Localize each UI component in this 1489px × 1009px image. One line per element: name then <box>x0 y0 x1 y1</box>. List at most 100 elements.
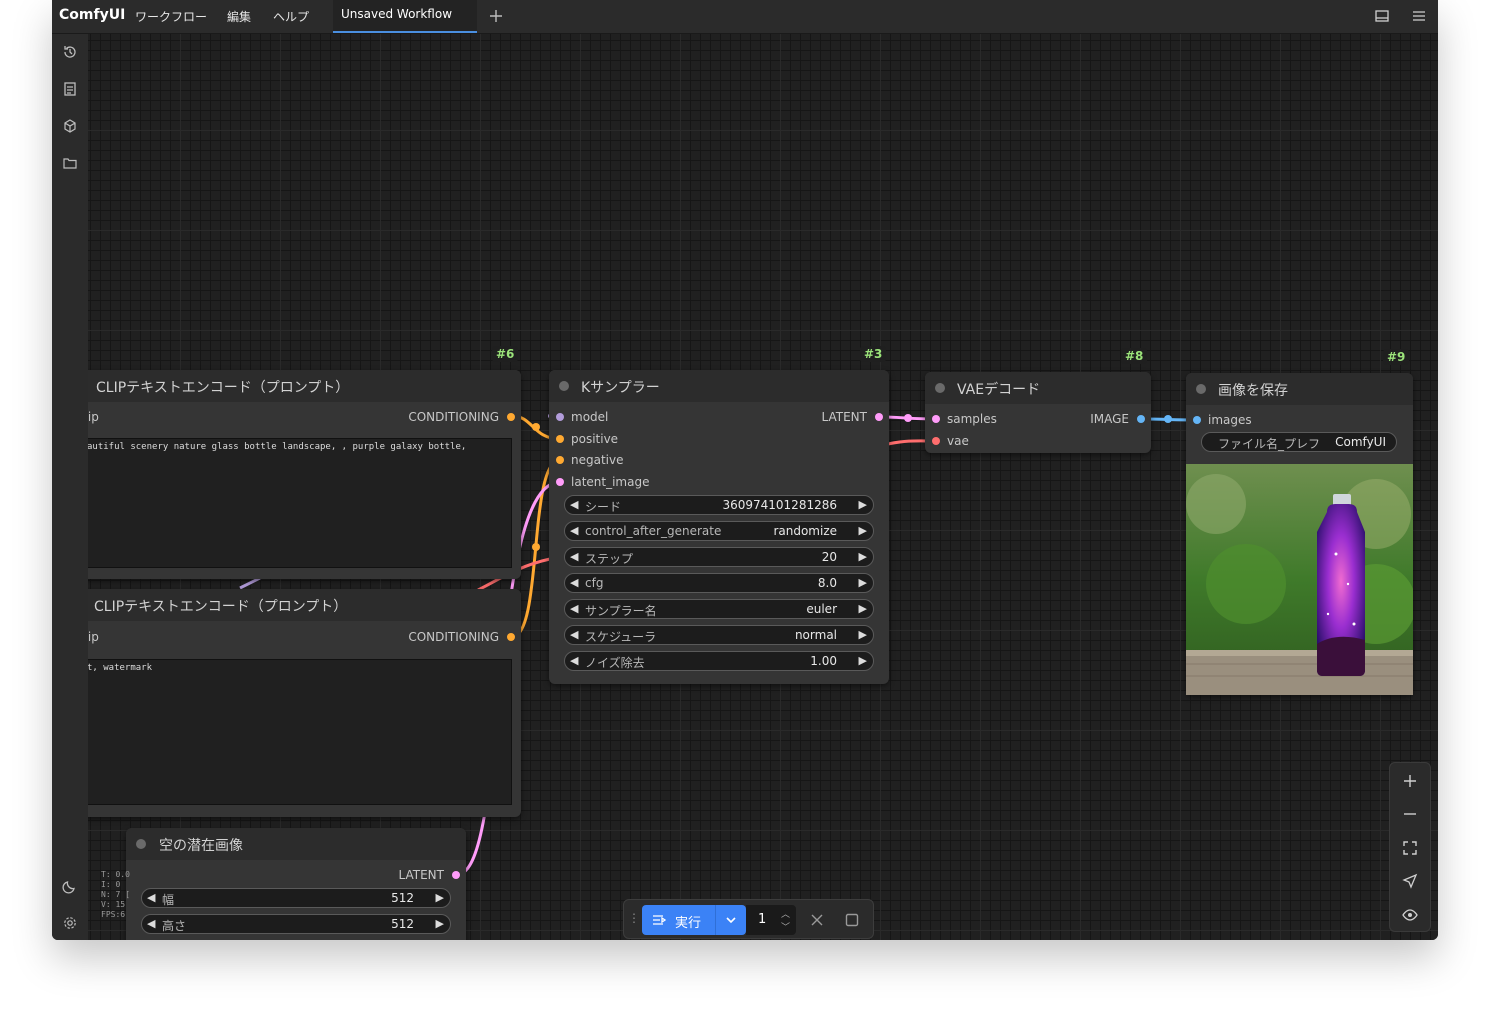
prompt-textarea[interactable]: t, watermark <box>88 659 512 805</box>
decrement-arrow-icon[interactable]: ◀ <box>147 917 155 930</box>
node-ksampler[interactable]: Kサンプラー model positive negative latent_im… <box>549 370 889 684</box>
output-slot-dot[interactable] <box>875 413 883 421</box>
output-latent[interactable]: LATENT <box>399 868 444 882</box>
node-header[interactable]: 画像を保存 <box>1186 373 1413 405</box>
menu-workflow[interactable]: ワークフロー <box>135 8 207 25</box>
output-slot-dot[interactable] <box>507 633 515 641</box>
increment-arrow-icon[interactable]: ▶ <box>859 654 867 667</box>
increment-arrow-icon[interactable]: ▶ <box>859 498 867 511</box>
input-clip[interactable]: clip <box>88 630 99 644</box>
input-slot-dot[interactable] <box>932 415 940 423</box>
increment-arrow-icon[interactable]: ▶ <box>859 628 867 641</box>
decrement-arrow-icon[interactable]: ◀ <box>147 891 155 904</box>
input-model[interactable]: model <box>571 410 608 424</box>
increment-arrow-icon[interactable]: ▶ <box>859 550 867 563</box>
increment-arrow-icon[interactable]: ▶ <box>436 891 444 904</box>
drag-handle-icon[interactable]: ⋮ <box>628 911 640 925</box>
collapse-dot[interactable] <box>935 383 945 393</box>
increment-arrow-icon[interactable]: ▶ <box>859 602 867 615</box>
menu-icon[interactable] <box>1409 6 1429 26</box>
menu-help[interactable]: ヘルプ <box>273 8 309 25</box>
decrement-arrow-icon[interactable]: ◀ <box>570 628 578 641</box>
node-header[interactable]: Kサンプラー <box>549 370 889 402</box>
zoom-in-icon[interactable] <box>1400 771 1420 791</box>
widget-steps[interactable]: ◀ ステップ 20 ▶ <box>564 547 874 567</box>
node-vae-decode[interactable]: VAEデコード samples vae IMAGE <box>925 372 1151 453</box>
input-slot-dot[interactable] <box>556 456 564 464</box>
output-slot-dot[interactable] <box>1137 415 1145 423</box>
widget-control-after-generate[interactable]: ◀ control_after_generate randomize ▶ <box>564 521 874 541</box>
node-clip-text-encode-negative[interactable]: CLIPテキストエンコード（プロンプト） clip CONDITIONING t… <box>88 589 521 817</box>
input-images[interactable]: images <box>1208 413 1252 427</box>
input-positive[interactable]: positive <box>571 432 618 446</box>
decrement-arrow-icon[interactable]: ◀ <box>570 602 578 615</box>
input-clip[interactable]: clip <box>88 410 99 424</box>
collapse-dot[interactable] <box>559 381 569 391</box>
node-header[interactable]: VAEデコード <box>925 372 1151 404</box>
widget-height[interactable]: ◀ 高さ 512 ▶ <box>141 914 451 934</box>
node-save-image[interactable]: 画像を保存 images ファイル名_プレフ ComfyUI <box>1186 373 1413 695</box>
input-slot-dot[interactable] <box>1193 416 1201 424</box>
node-empty-latent-image[interactable]: 空の潜在画像 LATENT ◀ 幅 512 ▶ ◀ 高さ 512 ▶ <box>126 828 466 940</box>
batch-count-input[interactable]: 1 ︿ ﹀ <box>746 905 796 935</box>
widget-width[interactable]: ◀ 幅 512 ▶ <box>141 888 451 908</box>
stepper-down-icon[interactable]: ﹀ <box>781 920 790 933</box>
input-slot-dot[interactable] <box>556 413 564 421</box>
zoom-out-icon[interactable] <box>1400 804 1420 824</box>
graph-canvas[interactable]: CLIPテキストエンコード（プロンプト） clip CONDITIONING a… <box>88 34 1438 940</box>
run-mode-dropdown[interactable] <box>715 905 746 935</box>
close-icon[interactable] <box>810 913 824 927</box>
decrement-arrow-icon[interactable]: ◀ <box>570 576 578 589</box>
moon-icon[interactable] <box>60 876 80 896</box>
cube-icon[interactable] <box>60 116 80 136</box>
plus-icon[interactable] <box>486 6 506 26</box>
widget-cfg[interactable]: ◀ cfg 8.0 ▶ <box>564 573 874 593</box>
node-header[interactable]: 空の潜在画像 <box>126 828 466 860</box>
preview-image-galaxy-bottle[interactable] <box>1186 464 1413 695</box>
tab-unsaved-workflow[interactable]: Unsaved Workflow <box>333 0 477 33</box>
increment-arrow-icon[interactable]: ▶ <box>436 917 444 930</box>
output-conditioning[interactable]: CONDITIONING <box>408 630 499 644</box>
bottom-panel-icon[interactable] <box>1372 6 1392 26</box>
document-icon[interactable] <box>60 79 80 99</box>
folder-icon[interactable] <box>60 153 80 173</box>
decrement-arrow-icon[interactable]: ◀ <box>570 498 578 511</box>
fit-view-icon[interactable] <box>1400 838 1420 858</box>
widget-seed[interactable]: ◀ シード 360974101281286 ▶ <box>564 495 874 515</box>
stepper-up-icon[interactable]: ︿ <box>781 907 790 920</box>
widget-filename-prefix[interactable]: ファイル名_プレフ ComfyUI <box>1201 432 1397 452</box>
widget-sampler-name[interactable]: ◀ サンプラー名 euler ▶ <box>564 599 874 619</box>
eye-icon[interactable] <box>1400 905 1420 925</box>
node-clip-text-encode-positive[interactable]: CLIPテキストエンコード（プロンプト） clip CONDITIONING a… <box>88 370 521 579</box>
prompt-textarea[interactable]: autiful scenery nature glass bottle land… <box>88 438 512 568</box>
node-header[interactable]: CLIPテキストエンコード（プロンプト） <box>88 370 521 402</box>
settings-icon[interactable] <box>60 913 80 933</box>
menu-edit[interactable]: 編集 <box>227 8 251 25</box>
increment-arrow-icon[interactable]: ▶ <box>859 576 867 589</box>
input-latent-image[interactable]: latent_image <box>571 475 649 489</box>
input-samples[interactable]: samples <box>947 412 997 426</box>
pointer-icon[interactable] <box>1400 871 1420 891</box>
node-header[interactable]: CLIPテキストエンコード（プロンプト） <box>88 589 521 621</box>
collapse-dot[interactable] <box>136 839 146 849</box>
widget-scheduler[interactable]: ◀ スケジューラ normal ▶ <box>564 625 874 645</box>
decrement-arrow-icon[interactable]: ◀ <box>570 654 578 667</box>
decrement-arrow-icon[interactable]: ◀ <box>570 524 578 537</box>
decrement-arrow-icon[interactable]: ◀ <box>570 550 578 563</box>
collapse-dot[interactable] <box>1196 384 1206 394</box>
output-conditioning[interactable]: CONDITIONING <box>408 410 499 424</box>
widget-denoise[interactable]: ◀ ノイズ除去 1.00 ▶ <box>564 651 874 671</box>
input-negative[interactable]: negative <box>571 453 623 467</box>
output-image[interactable]: IMAGE <box>1090 412 1129 426</box>
run-button[interactable]: 実行 <box>642 905 746 935</box>
input-slot-dot[interactable] <box>932 437 940 445</box>
input-slot-dot[interactable] <box>556 478 564 486</box>
input-slot-dot[interactable] <box>556 435 564 443</box>
increment-arrow-icon[interactable]: ▶ <box>859 524 867 537</box>
output-slot-dot[interactable] <box>452 871 460 879</box>
history-icon[interactable] <box>60 42 80 62</box>
output-latent[interactable]: LATENT <box>822 410 867 424</box>
input-vae[interactable]: vae <box>947 434 969 448</box>
output-slot-dot[interactable] <box>507 413 515 421</box>
stop-icon[interactable] <box>845 913 859 927</box>
